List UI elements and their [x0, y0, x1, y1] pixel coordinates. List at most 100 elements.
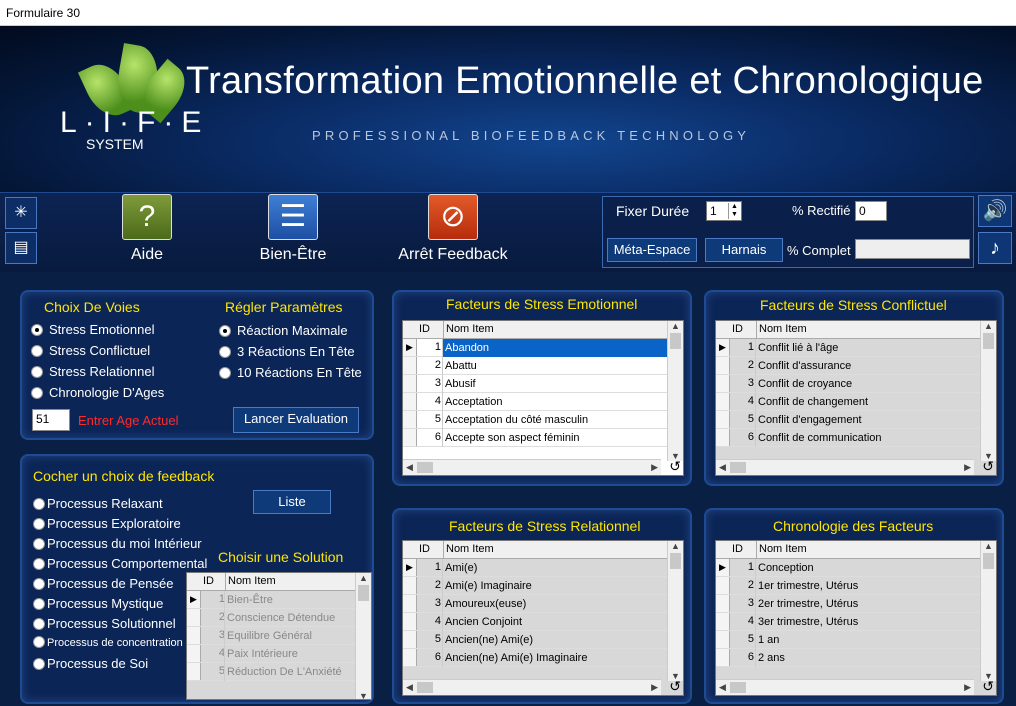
vertical-scrollbar[interactable]: ▲ ▼ [980, 321, 996, 461]
vertical-scrollbar[interactable]: ▲ ▼ [980, 541, 996, 681]
relationnel-grid[interactable]: ID Nom Item ▶ 1 Ami(e) 2 Ami(e) Imaginaire 3 Amo… [402, 540, 684, 696]
table-row[interactable]: 6 Ancien(ne) Ami(e) Imaginaire [403, 649, 667, 667]
table-row[interactable]: 4 Acceptation [403, 393, 667, 411]
tagline: PROFESSIONAL BIOFEEDBACK TECHNOLOGY [312, 128, 751, 143]
table-row[interactable]: 3 2er trimestre, Utérus [716, 595, 980, 613]
grid-header: ID Nom Item [403, 321, 683, 339]
music-note-icon[interactable]: ♪ [978, 232, 1012, 264]
chronologie-title: Chronologie des Facteurs [773, 518, 934, 534]
table-row[interactable]: 2 Conscience Détendue [187, 609, 355, 627]
refresh-icon[interactable]: ↺ [669, 678, 681, 695]
feedback-option[interactable]: Processus Mystique [33, 596, 163, 611]
aide-label: Aide [130, 246, 164, 263]
harnais-button[interactable]: Harnais [705, 238, 783, 262]
radio-chronologie-ages[interactable]: Chronologie D'Ages [31, 385, 164, 400]
refresh-icon[interactable]: ↺ [982, 678, 994, 695]
table-row[interactable]: 3 Equilibre Général [187, 627, 355, 645]
table-row[interactable]: 4 3er trimestre, Utérus [716, 613, 980, 631]
document-icon: ☰ [268, 194, 318, 240]
feedback-title: Cocher un choix de feedback [33, 468, 215, 484]
table-row[interactable]: ▶ 1 Ami(e) [403, 559, 667, 577]
table-row[interactable]: 2 1er trimestre, Utérus [716, 577, 980, 595]
relationnel-title: Facteurs de Stress Relationnel [449, 518, 641, 534]
refresh-icon[interactable]: ↺ [982, 458, 994, 475]
lancer-evaluation-button[interactable]: Lancer Evaluation [233, 407, 359, 433]
table-row[interactable]: 5 Réduction De L'Anxiété [187, 663, 355, 681]
help-icon: ? [122, 194, 172, 240]
table-row[interactable]: 6 Conflit de communication [716, 429, 980, 447]
horizontal-scrollbar[interactable]: ◀ ▶ [716, 459, 974, 475]
brand-letters: L·I·F·E [60, 106, 210, 139]
voies-title: Choix De Voies [44, 299, 140, 315]
emotionnel-title: Facteurs de Stress Emotionnel [446, 296, 638, 312]
table-row[interactable]: 3 Amoureux(euse) [403, 595, 667, 613]
horizontal-scrollbar[interactable]: ◀ ▶ [716, 679, 974, 695]
table-row[interactable]: 4 Paix Intérieure [187, 645, 355, 663]
feedback-option[interactable]: Processus Exploratoire [33, 516, 181, 531]
table-row[interactable]: 5 Conflit d'engagement [716, 411, 980, 429]
table-row[interactable]: 6 Accepte son aspect féminin [403, 429, 667, 447]
table-row[interactable]: 2 Abattu [403, 357, 667, 375]
complet-label: % Complet [787, 243, 851, 258]
feedback-option[interactable]: Processus de Soi [33, 656, 148, 671]
feedback-option[interactable]: Processus de concentration [33, 636, 183, 649]
vertical-scrollbar[interactable]: ▲ ▼ [667, 541, 683, 681]
vertical-scrollbar[interactable]: ▲ ▼ [667, 321, 683, 461]
bienetre-button[interactable]: ☰ Bien-Être [228, 194, 358, 264]
table-row[interactable]: 3 Abusif [403, 375, 667, 393]
solution-grid[interactable]: ID Nom Item ▶ 1 Bien-Être 2 Conscience Détendu… [186, 572, 372, 700]
refresh-icon[interactable]: ↺ [669, 458, 681, 475]
grid-header: ID Nom Item [716, 321, 996, 339]
feedback-option[interactable]: Processus Solutionnel [33, 616, 176, 631]
table-row[interactable]: 62 ans [716, 649, 980, 667]
feedback-option[interactable]: Processus du moi Intérieur [33, 536, 202, 551]
duration-value: 1 [710, 204, 717, 218]
feedback-option[interactable]: Processus Comportemental [33, 556, 207, 571]
arret-feedback-button[interactable]: ⊘ Arrêt Feedback [388, 194, 518, 264]
feedback-option[interactable]: Processus Relaxant [33, 496, 163, 511]
table-row[interactable]: ▶ 1 Conception [716, 559, 980, 577]
chat-icon-button[interactable]: ▤ [5, 232, 37, 264]
bienetre-label: Bien-Être [259, 246, 327, 263]
table-row[interactable]: 3 Conflit de croyance [716, 375, 980, 393]
horizontal-scrollbar[interactable]: ◀ ▶ [403, 459, 661, 475]
stop-icon: ⊘ [428, 194, 478, 240]
aide-button[interactable]: ? Aide [82, 194, 212, 264]
table-row[interactable]: ▶ 1 Bien-Être [187, 591, 355, 609]
vertical-scrollbar[interactable]: ▲ ▼ [355, 573, 371, 699]
arret-label: Arrêt Feedback [398, 246, 508, 263]
horizontal-scrollbar[interactable]: ◀ ▶ [403, 679, 661, 695]
table-row[interactable]: ▶ 1 Conflit lié à l'âge [716, 339, 980, 357]
conflictuel-grid[interactable]: ID Nom Item ▶ 1 Conflit lié à l'âge 2 Conflit … [715, 320, 997, 476]
solution-title: Choisir une Solution [218, 549, 344, 565]
radio-3-reactions[interactable]: 3 Réactions En Tête [219, 344, 355, 359]
radio-stress-conflictuel[interactable]: Stress Conflictuel [31, 343, 150, 358]
page-title: Transformation Emotionnelle et Chronolog… [186, 60, 984, 102]
liste-button[interactable]: Liste [253, 490, 331, 514]
emotionnel-grid[interactable]: ID Nom Item ▶ 1 Abandon 2 Abattu 3 Abusif 4 Accept… [402, 320, 684, 476]
table-row[interactable]: 4 Conflit de changement [716, 393, 980, 411]
radio-10-reactions[interactable]: 10 Réactions En Tête [219, 365, 362, 380]
conflictuel-title: Facteurs de Stress Conflictuel [760, 297, 947, 313]
table-row[interactable]: 4 Ancien Conjoint [403, 613, 667, 631]
speaker-icon[interactable]: 🔊 [978, 195, 1012, 227]
table-row[interactable]: 5 Ancien(ne) Ami(e) [403, 631, 667, 649]
radio-stress-relationnel[interactable]: Stress Relationnel [31, 364, 155, 379]
complet-field[interactable] [855, 239, 970, 259]
feedback-option[interactable]: Processus de Pensée [33, 576, 173, 591]
table-row[interactable]: 51 an [716, 631, 980, 649]
radio-stress-emotionnel[interactable]: Stress Emotionnel [31, 322, 155, 337]
wand-icon-button[interactable]: ✳ [5, 197, 37, 229]
age-input[interactable]: 51 [32, 409, 70, 431]
table-row[interactable]: 2 Ami(e) Imaginaire [403, 577, 667, 595]
age-label: Entrer Age Actuel [78, 413, 179, 428]
duration-stepper[interactable]: 1 ▲ ▼ [706, 201, 742, 221]
chronologie-grid[interactable]: ID Nom Item ▶ 1 Conception 2 1er trimestre, Ut… [715, 540, 997, 696]
table-row[interactable]: ▶ 1 Abandon [403, 339, 667, 357]
table-row[interactable]: 5 Acceptation du côté masculin [403, 411, 667, 429]
stepper-arrows-icon[interactable]: ▲ ▼ [728, 203, 740, 219]
rectifie-field[interactable]: 0 [855, 201, 887, 221]
radio-reaction-maximale[interactable]: Réaction Maximale [219, 323, 348, 338]
table-row[interactable]: 2 Conflit d'assurance [716, 357, 980, 375]
meta-espace-button[interactable]: Méta-Espace [607, 238, 697, 262]
